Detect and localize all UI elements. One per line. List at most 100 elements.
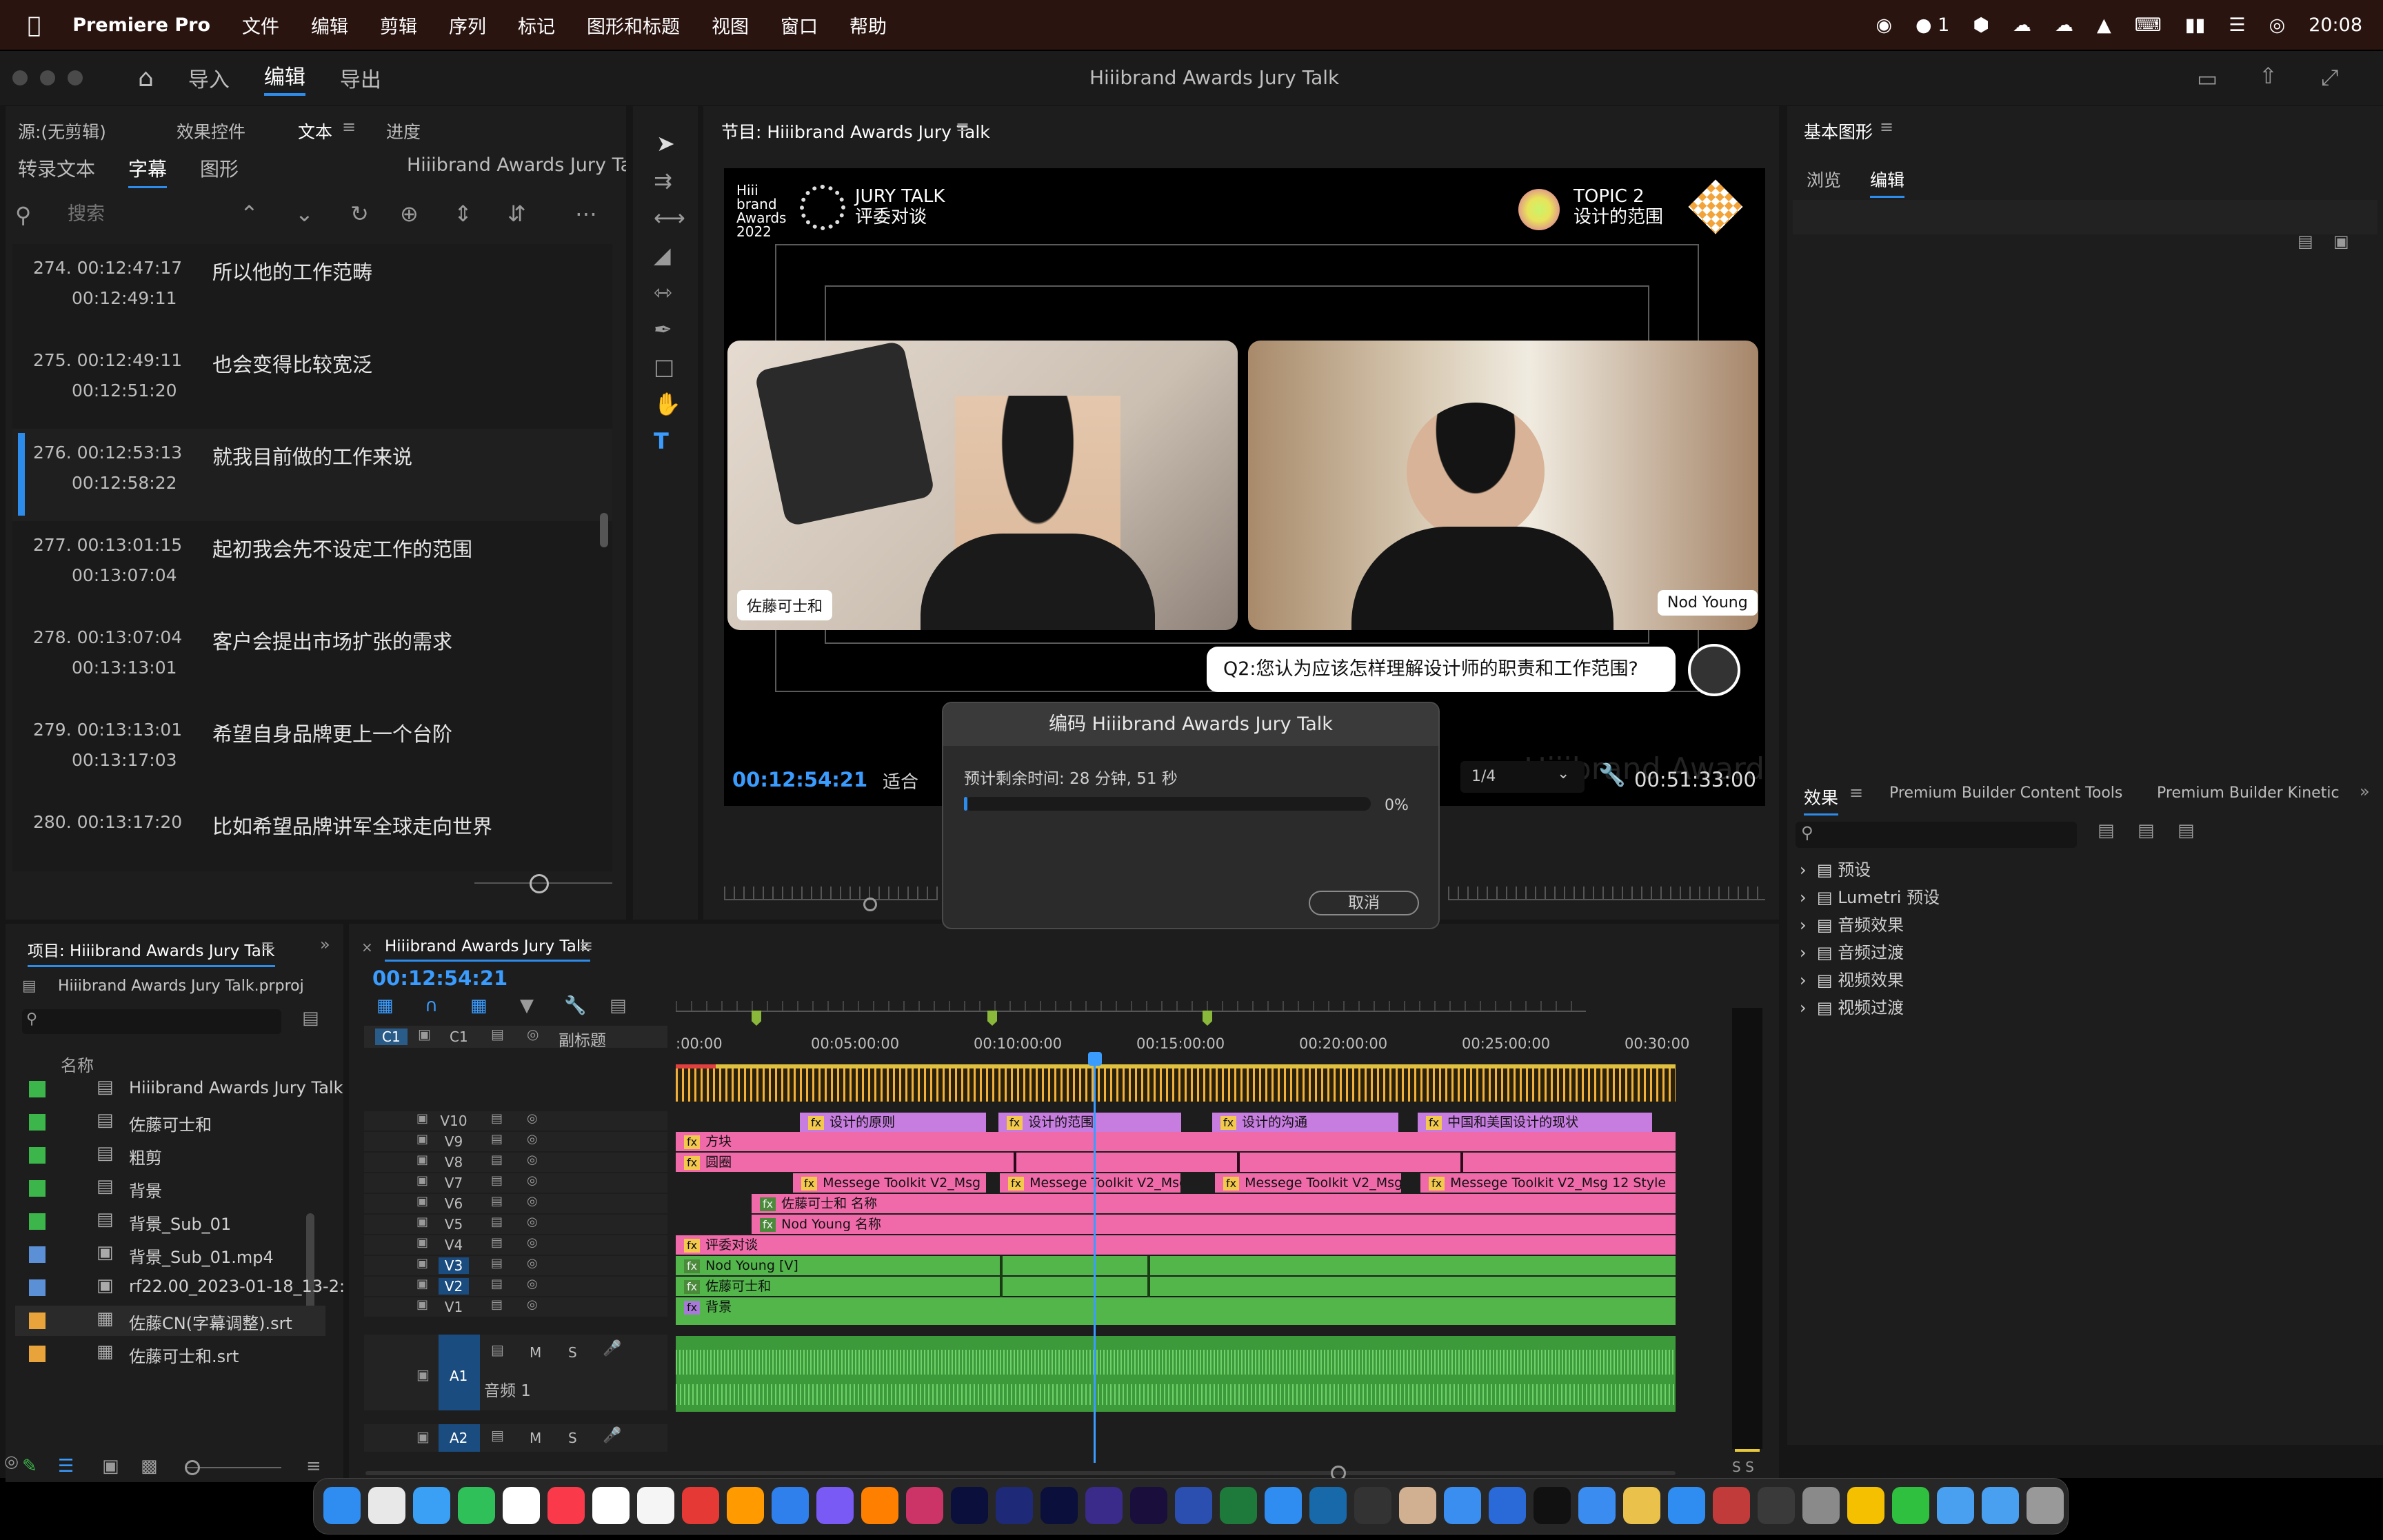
- timeline-timecode[interactable]: 00:12:54:21: [372, 966, 507, 990]
- lock-icon[interactable]: ▣: [416, 1133, 428, 1146]
- project-item[interactable]: ▣ rf22.00_2023-01-18_13-2:: [15, 1273, 345, 1303]
- clip-background[interactable]: fx 背景: [676, 1297, 1676, 1325]
- resolution-dropdown[interactable]: 1/4 ⌄: [1460, 761, 1585, 793]
- label-color-swatch[interactable]: [29, 1313, 46, 1329]
- zoom-slider-handle[interactable]: [530, 874, 549, 893]
- caption-scrollbar[interactable]: [600, 513, 608, 547]
- mute-button[interactable]: M: [530, 1344, 541, 1361]
- caption-clip-strip[interactable]: [676, 1068, 1676, 1102]
- eye-icon[interactable]: ◎: [527, 1299, 538, 1311]
- caption-row[interactable]: 274. 00:12:47:17 00:12:49:11 所以他的工作范畴: [12, 244, 612, 336]
- menu-graphics[interactable]: 图形和标题: [587, 12, 680, 39]
- lock-icon[interactable]: ▣: [416, 1430, 430, 1443]
- label-color-swatch[interactable]: [29, 1346, 46, 1362]
- dock-app-icon[interactable]: [996, 1487, 1033, 1524]
- dock-app-icon[interactable]: [1802, 1487, 1840, 1524]
- snap-icon[interactable]: ∩: [425, 997, 438, 1015]
- accelerated-effects-icon[interactable]: ▤: [2098, 822, 2115, 840]
- clock-time[interactable]: 20:08: [2309, 14, 2362, 36]
- lock-icon[interactable]: ▣: [416, 1237, 428, 1249]
- track-label[interactable]: V6: [439, 1195, 469, 1212]
- solo-button[interactable]: S: [568, 1430, 577, 1446]
- sync-lock-icon[interactable]: ▤: [491, 1299, 503, 1311]
- dock-app-icon[interactable]: [368, 1487, 405, 1524]
- hand-tool-icon[interactable]: ✋: [654, 393, 681, 415]
- menu-clip[interactable]: 剪辑: [380, 12, 417, 39]
- program-ruler-right[interactable]: [1448, 886, 1765, 900]
- dock-app-icon[interactable]: [1130, 1487, 1167, 1524]
- lock-icon[interactable]: ▣: [416, 1368, 430, 1381]
- playhead-handle[interactable]: [863, 898, 877, 911]
- sync-lock-icon[interactable]: ▤: [491, 1113, 503, 1125]
- chevron-down-icon[interactable]: ⌄: [295, 203, 314, 225]
- cube-icon[interactable]: ⬢: [1973, 14, 1989, 36]
- a1-target[interactable]: A1: [439, 1335, 480, 1410]
- dock-app-icon[interactable]: [772, 1487, 809, 1524]
- ripple-edit-icon[interactable]: ⟷: [654, 207, 685, 229]
- sync-lock-icon[interactable]: ▤: [491, 1195, 503, 1208]
- tab-progress[interactable]: 进度: [386, 119, 421, 143]
- dock-app-icon[interactable]: [1265, 1487, 1302, 1524]
- menu-file[interactable]: 文件: [242, 12, 279, 39]
- eye-icon[interactable]: ◎: [527, 1216, 538, 1228]
- tab-effects[interactable]: 效果: [1804, 784, 1839, 815]
- label-color-swatch[interactable]: [29, 1246, 46, 1263]
- refresh-icon[interactable]: ↻: [350, 203, 369, 225]
- clip-message-1[interactable]: fx Messege Toolkit V2_Msg 1: [793, 1173, 986, 1193]
- zoom-window-button[interactable]: [68, 70, 83, 85]
- dock-app-icon[interactable]: [1937, 1487, 1974, 1524]
- solo-button[interactable]: S: [568, 1344, 577, 1361]
- sync-lock-icon[interactable]: ▤: [491, 1343, 504, 1357]
- label-color-swatch[interactable]: [29, 1213, 46, 1230]
- clip-topic-1[interactable]: fx 设计的原则: [800, 1113, 986, 1132]
- microphone-icon[interactable]: 🎤: [603, 1428, 621, 1443]
- dock-app-icon[interactable]: [1309, 1487, 1347, 1524]
- project-item[interactable]: ▦ 佐藤可士和.srt: [15, 1339, 325, 1369]
- share-icon[interactable]: ⇧: [2259, 65, 2278, 87]
- thumb-size-handle[interactable]: [185, 1460, 200, 1475]
- linked-selection-icon[interactable]: ▦: [470, 997, 487, 1015]
- menu-view[interactable]: 视图: [712, 12, 749, 39]
- dock-app-icon[interactable]: [503, 1487, 540, 1524]
- cloud-icon[interactable]: ☁: [2013, 14, 2031, 36]
- track-label[interactable]: V9: [439, 1133, 469, 1150]
- label-color-swatch[interactable]: [29, 1180, 46, 1197]
- eye-icon[interactable]: ◎: [527, 1027, 539, 1041]
- column-name[interactable]: 名称: [61, 1052, 94, 1076]
- timeline-settings-icon[interactable]: 🔧: [564, 997, 586, 1015]
- tab-import[interactable]: 导入: [188, 63, 230, 93]
- lock-icon[interactable]: ▣: [416, 1299, 428, 1311]
- siri-icon[interactable]: ◎: [2269, 14, 2286, 36]
- project-item[interactable]: ▣ 背景_Sub_01.mp4: [15, 1239, 325, 1270]
- caption-text[interactable]: 所以他的工作范畴: [212, 256, 372, 285]
- project-item[interactable]: ▤ 粗剪: [15, 1140, 325, 1171]
- dock-app-icon[interactable]: [1399, 1487, 1436, 1524]
- project-item[interactable]: ▤ 背景_Sub_01: [15, 1206, 325, 1237]
- mute-button[interactable]: M: [530, 1430, 541, 1446]
- dock-app-icon[interactable]: [1623, 1487, 1660, 1524]
- dock-app-icon[interactable]: [1444, 1487, 1481, 1524]
- track-label[interactable]: V2: [439, 1278, 469, 1295]
- project-item[interactable]: ▤ Hiiibrand Awards Jury Talk: [15, 1074, 343, 1104]
- tab-browse[interactable]: 浏览: [1807, 167, 1841, 192]
- dock-app-icon[interactable]: [951, 1487, 988, 1524]
- caption-text[interactable]: 就我目前做的工作来说: [212, 441, 412, 470]
- sync-lock-icon[interactable]: ▤: [491, 1428, 504, 1442]
- eye-icon[interactable]: ◎: [527, 1154, 538, 1166]
- label-color-swatch[interactable]: [29, 1279, 46, 1296]
- folder-icon[interactable]: ▤: [2297, 233, 2313, 250]
- dock-app-icon[interactable]: [1758, 1487, 1795, 1524]
- type-tool-icon[interactable]: T: [654, 430, 669, 452]
- playhead-top-handle[interactable]: [1088, 1052, 1102, 1066]
- clip-nod-name[interactable]: fx Nod Young 名称: [752, 1215, 1676, 1234]
- menu-help[interactable]: 帮助: [849, 12, 887, 39]
- tab-premium-content-tools[interactable]: Premium Builder Content Tools: [1889, 784, 2122, 802]
- dock-app-icon[interactable]: [1040, 1487, 1078, 1524]
- dock-app-icon[interactable]: [1534, 1487, 1571, 1524]
- dock-app-icon[interactable]: [1982, 1487, 2019, 1524]
- track-label[interactable]: V8: [439, 1154, 469, 1171]
- sync-lock-icon[interactable]: ▤: [491, 1154, 503, 1166]
- cancel-button[interactable]: 取消: [1309, 891, 1419, 915]
- effects-item-audio-effects[interactable]: › ▤ 音频效果: [1800, 911, 1904, 935]
- dock-app-icon[interactable]: [458, 1487, 495, 1524]
